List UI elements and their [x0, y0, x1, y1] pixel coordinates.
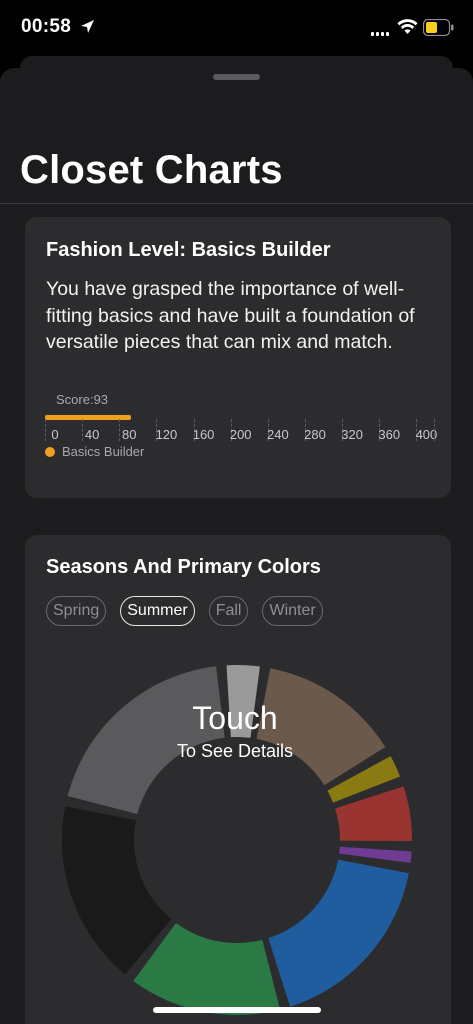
- donut-center: Touch To See Details: [125, 700, 345, 762]
- score-tick-label: 240: [266, 427, 289, 442]
- header-divider: [0, 203, 473, 204]
- fashion-level-card: Fashion Level: Basics Builder You have g…: [25, 217, 451, 498]
- score-tick-label: 360: [378, 427, 401, 442]
- seasons-title: Seasons And Primary Colors: [46, 556, 321, 578]
- score-axis: 0 40 80 120 160 200 240 280 320 360 400: [45, 419, 437, 443]
- score-label: Score:93: [56, 392, 109, 407]
- donut-slice[interactable]: [61, 806, 172, 975]
- legend-label: Basics Builder: [62, 444, 145, 459]
- battery-icon: [423, 19, 454, 36]
- score-gridline: [434, 419, 435, 441]
- season-tabs: Spring Summer Fall Winter: [46, 596, 337, 626]
- status-bar: 00:58: [0, 0, 473, 58]
- tab-fall[interactable]: Fall: [208, 596, 249, 626]
- tab-winter[interactable]: Winter: [262, 596, 323, 626]
- status-time: 00:58: [21, 16, 72, 37]
- score-tick-label: 200: [229, 427, 252, 442]
- closet-charts-sheet: Closet Charts Fashion Level: Basics Buil…: [0, 68, 473, 1024]
- page-title: Closet Charts: [20, 148, 283, 192]
- cellular-signal-icon: [371, 32, 389, 36]
- score-gridline: [82, 419, 84, 441]
- touch-title: Touch: [192, 700, 278, 736]
- location-arrow-icon: [81, 20, 94, 33]
- tab-spring[interactable]: Spring: [46, 596, 107, 626]
- sheet-grabber[interactable]: [213, 74, 260, 80]
- score-gridline: [45, 419, 46, 441]
- wifi-icon: [397, 19, 418, 34]
- seasons-colors-card: Seasons And Primary Colors Spring Summer…: [25, 535, 451, 1024]
- score-gridline: [119, 419, 121, 441]
- score-tick-label: 160: [192, 427, 215, 442]
- tab-summer[interactable]: Summer: [120, 596, 195, 626]
- score-tick-label: 40: [84, 427, 100, 442]
- score-tick-label: 80: [122, 427, 137, 442]
- fashion-level-description: You have grasped the importance of well-…: [46, 278, 415, 353]
- touch-subtitle: To See Details: [176, 741, 294, 761]
- donut-slice[interactable]: [339, 846, 412, 863]
- score-tick-label: 320: [341, 427, 363, 442]
- score-legend: Basics Builder: [45, 444, 144, 459]
- score-tick-label: 120: [155, 427, 178, 442]
- donut-slice[interactable]: [268, 859, 409, 1007]
- score-tick-label: 0: [51, 427, 59, 442]
- home-indicator[interactable]: [153, 1007, 321, 1013]
- fashion-level-title: Fashion Level: Basics Builder: [46, 239, 331, 261]
- legend-dot: [45, 446, 55, 457]
- score-bar-chart: Score:93 0 40 80 120 160 200 240 280 320 360 400 B…: [45, 392, 437, 459]
- score-tick-label: 280: [304, 427, 326, 442]
